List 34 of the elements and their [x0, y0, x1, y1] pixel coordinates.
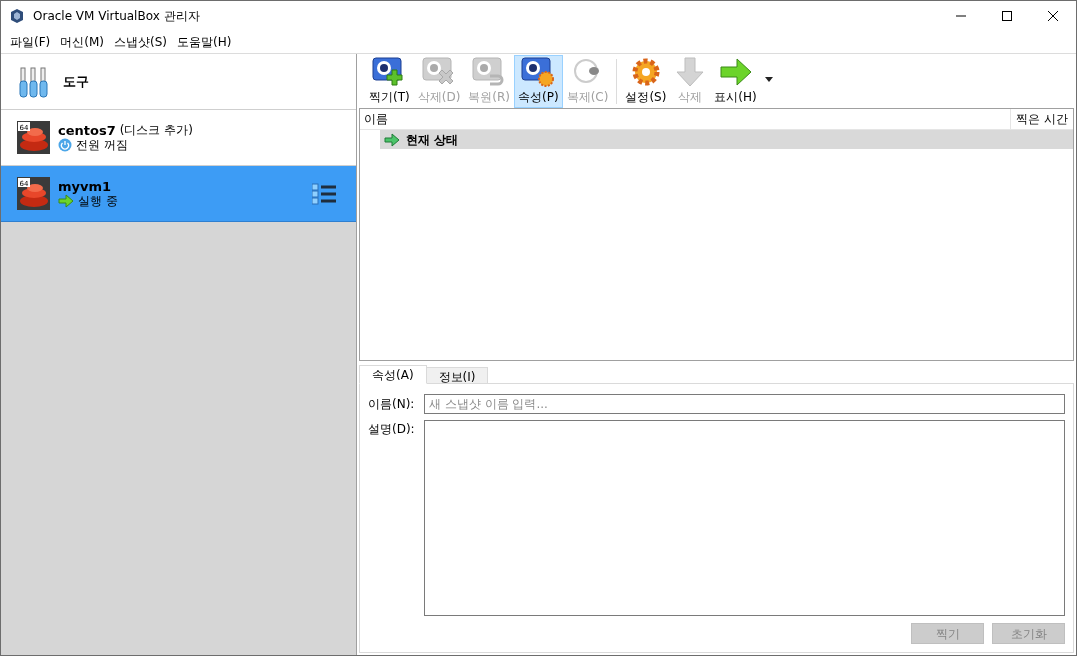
app-logo-icon	[9, 8, 25, 24]
menu-item[interactable]: 파일(F)	[5, 33, 56, 51]
menu-item[interactable]: 도움말(H)	[171, 33, 237, 51]
list-menu-icon[interactable]	[312, 182, 336, 205]
toolbar-button[interactable]: 찍기(T)	[365, 55, 414, 108]
vm-name: myvm1	[58, 178, 112, 194]
right-arrow-icon	[384, 132, 400, 147]
vm-status: 실행 중	[78, 193, 118, 209]
field-label: 설명(D):	[368, 421, 416, 438]
camera-gear-icon	[521, 56, 556, 88]
window-title: Oracle VM VirtualBox 관리자	[33, 8, 200, 25]
column-header[interactable]: 이름	[360, 109, 1011, 129]
vm-name: centos7	[58, 122, 116, 138]
right-arrow-icon	[718, 56, 753, 88]
right-arrow-icon	[58, 194, 74, 208]
description-field[interactable]	[424, 420, 1065, 616]
dropdown-caret-icon[interactable]	[764, 77, 773, 82]
tools-item[interactable]: 도구	[1, 54, 356, 110]
name-field[interactable]: 새 스냅샷 이름 입력...	[424, 394, 1065, 414]
toolbar-button[interactable]: 설정(S)	[621, 55, 671, 108]
maximize-icon	[1002, 11, 1012, 21]
tab[interactable]: 속성(A)	[359, 365, 427, 384]
snapshot-row[interactable]: 현재 상태	[380, 130, 1073, 149]
tools-icon	[17, 65, 51, 98]
field-label: 이름(N):	[368, 396, 416, 413]
menu-item[interactable]: 스냅샷(S)	[109, 33, 172, 51]
menu-item[interactable]: 머신(M)	[55, 33, 109, 51]
vm-status: 전원 꺼짐	[76, 137, 128, 153]
vm-note: (디스크 추가)	[119, 122, 193, 138]
close-icon	[1048, 11, 1058, 21]
toolbar-button[interactable]: 표시(H)	[710, 55, 761, 108]
power-icon	[58, 138, 72, 152]
toolbar-button[interactable]: 속성(P)	[514, 55, 563, 108]
column-header[interactable]: 찍은 시간	[1010, 109, 1073, 129]
